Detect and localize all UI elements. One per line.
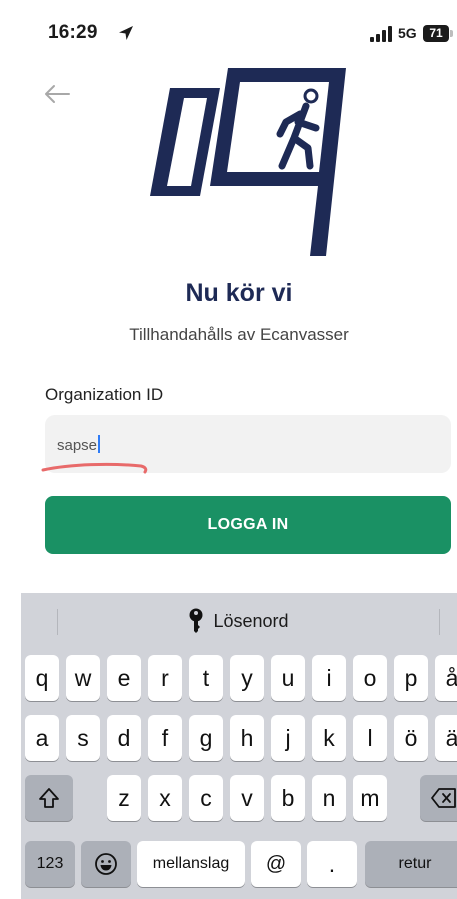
key-x[interactable]: x xyxy=(148,775,182,821)
key-e[interactable]: e xyxy=(107,655,141,701)
key-icon xyxy=(189,608,203,633)
network-type: 5G xyxy=(398,25,417,41)
dot-key[interactable]: . xyxy=(307,841,357,887)
numbers-key[interactable]: 123 xyxy=(25,841,75,887)
key-q[interactable]: q xyxy=(25,655,59,701)
password-suggestion-label: Lösenord xyxy=(213,610,289,631)
key-w[interactable]: w xyxy=(66,655,100,701)
text-caret xyxy=(98,435,101,453)
back-arrow-icon[interactable] xyxy=(43,82,71,106)
battery-icon: 71 xyxy=(423,25,453,42)
key-v[interactable]: v xyxy=(230,775,264,821)
key-r[interactable]: r xyxy=(148,655,182,701)
key-c[interactable]: c xyxy=(189,775,223,821)
organization-id-value: sapse xyxy=(57,435,101,454)
signal-icon xyxy=(370,26,392,42)
key-g[interactable]: g xyxy=(189,715,223,761)
red-underline-annotation xyxy=(41,462,148,474)
shift-icon xyxy=(39,788,59,808)
location-arrow-icon xyxy=(119,26,133,40)
key-u[interactable]: u xyxy=(271,655,305,701)
page-subtitle: Tillhandahålls av Ecanvasser xyxy=(129,325,349,344)
key-a[interactable]: a xyxy=(25,715,59,761)
battery-level: 71 xyxy=(429,26,443,40)
emoji-key[interactable] xyxy=(81,841,131,887)
key-h[interactable]: h xyxy=(230,715,264,761)
key-m[interactable]: m xyxy=(353,775,387,821)
return-key[interactable]: retur xyxy=(365,841,457,887)
keyboard: Lösenord q w e r t y u i o p å a s d f g… xyxy=(21,593,457,899)
password-suggestion[interactable]: Lösenord xyxy=(21,593,457,649)
status-bar: 16:29 5G 71 xyxy=(21,0,457,64)
key-t[interactable]: t xyxy=(189,655,223,701)
key-p[interactable]: p xyxy=(394,655,428,701)
shift-key[interactable] xyxy=(25,775,73,821)
backspace-icon xyxy=(431,788,456,808)
space-key[interactable]: mellanslag xyxy=(137,841,245,887)
key-a-umlaut[interactable]: ä xyxy=(435,715,457,761)
key-b[interactable]: b xyxy=(271,775,305,821)
organization-id-label: Organization ID xyxy=(45,385,164,404)
status-time: 16:29 xyxy=(48,22,98,43)
key-o-umlaut[interactable]: ö xyxy=(394,715,428,761)
page-title: Nu kör vi xyxy=(185,279,293,307)
key-a-ring[interactable]: å xyxy=(435,655,457,701)
key-z[interactable]: z xyxy=(107,775,141,821)
key-s[interactable]: s xyxy=(66,715,100,761)
key-l[interactable]: l xyxy=(353,715,387,761)
login-screen: 16:29 5G 71 Nu kör vi Tillhandahålls av xyxy=(21,0,457,899)
key-n[interactable]: n xyxy=(312,775,346,821)
key-f[interactable]: f xyxy=(148,715,182,761)
app-logo xyxy=(150,68,346,256)
key-i[interactable]: i xyxy=(312,655,346,701)
login-button[interactable]: LOGGA IN xyxy=(45,496,451,554)
keyboard-suggestion-bar: Lösenord xyxy=(21,593,457,649)
at-key[interactable]: @ xyxy=(251,841,301,887)
emoji-icon xyxy=(95,853,117,875)
key-d[interactable]: d xyxy=(107,715,141,761)
key-y[interactable]: y xyxy=(230,655,264,701)
backspace-key[interactable] xyxy=(420,775,457,821)
key-j[interactable]: j xyxy=(271,715,305,761)
key-k[interactable]: k xyxy=(312,715,346,761)
key-o[interactable]: o xyxy=(353,655,387,701)
